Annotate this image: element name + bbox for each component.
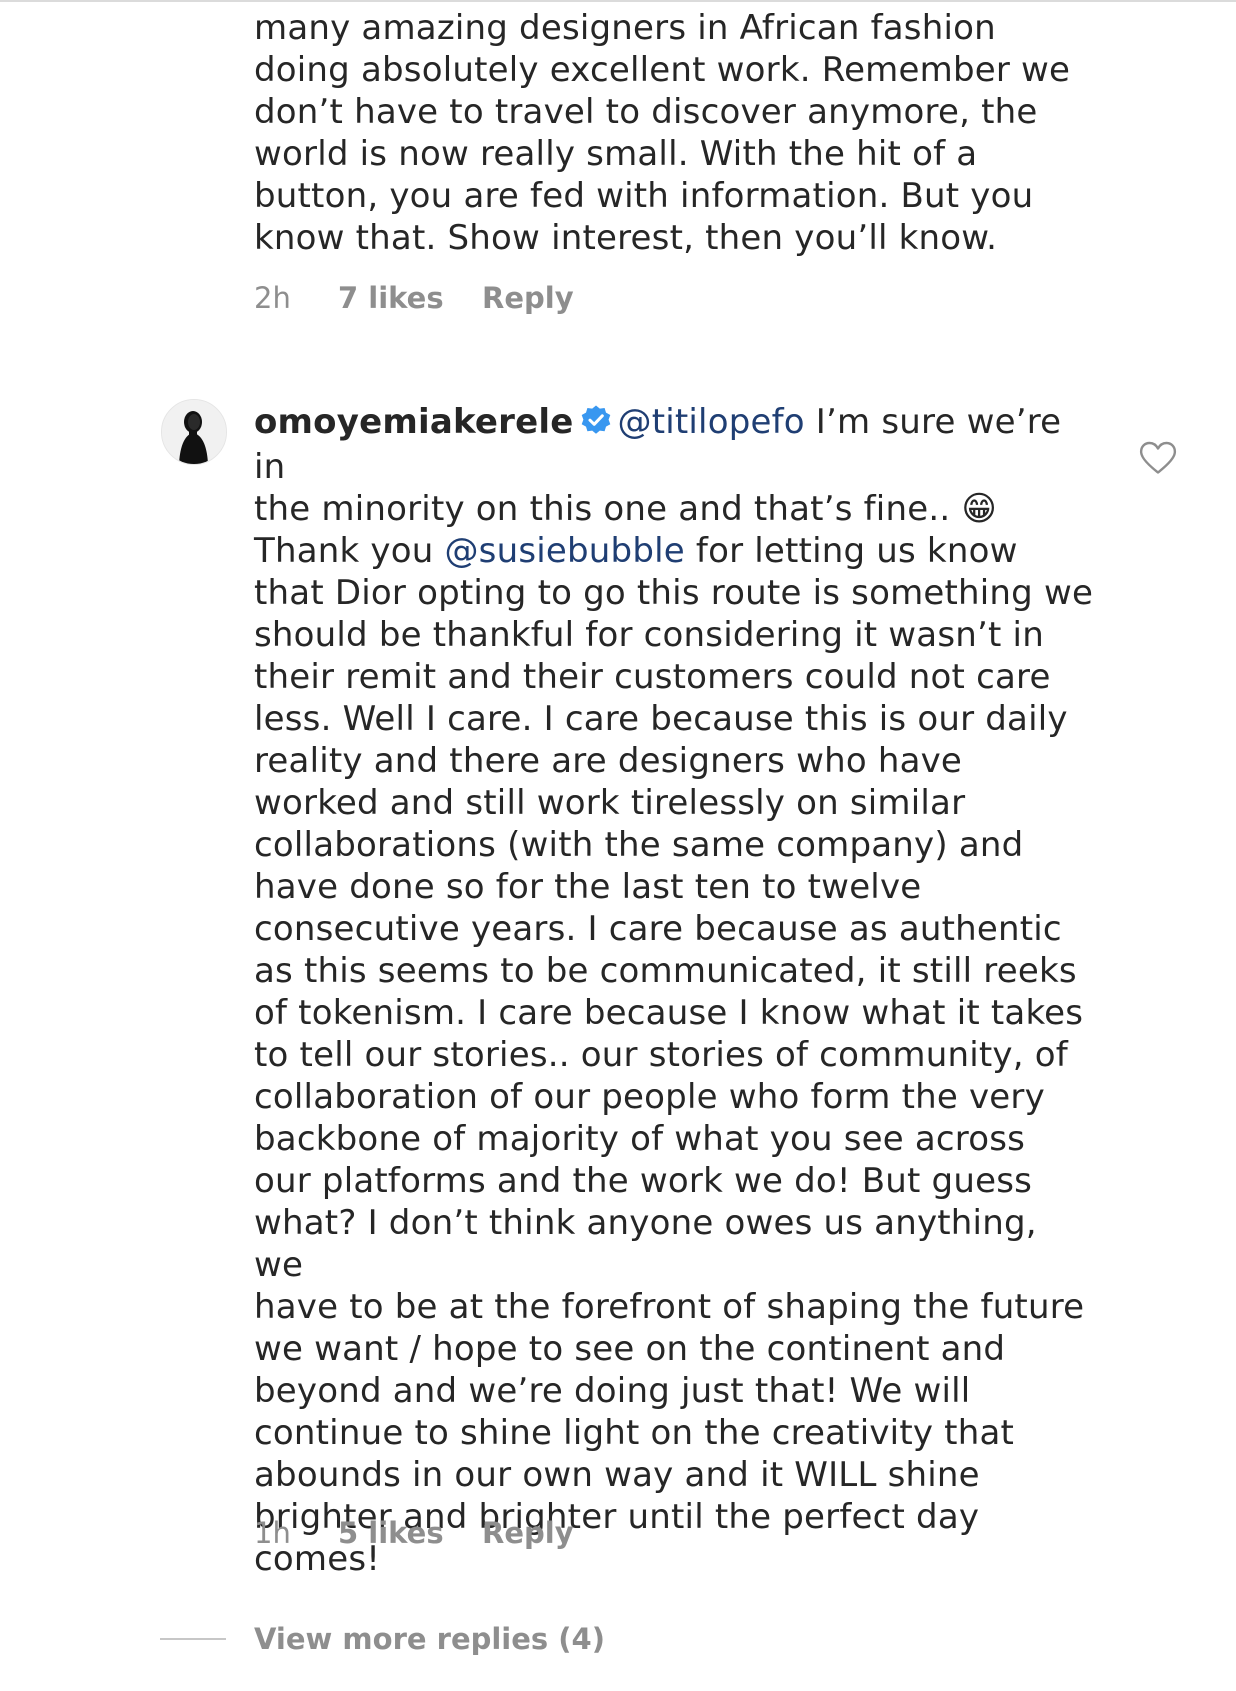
comment-username[interactable]: omoyemiakerele [254,402,574,442]
reply-button[interactable]: Reply [482,1513,574,1553]
replies-divider-line [160,1638,226,1640]
mention-link[interactable]: @susiebubble [444,531,684,571]
comment-meta: 2h 7 likes Reply [254,278,574,318]
comment-text: many amazing designers in African fashio… [254,8,1071,258]
comment-likes-count[interactable]: 5 likes [338,1513,482,1553]
reply-button[interactable]: Reply [482,278,574,318]
comment-timestamp: 1h [254,1516,291,1550]
grinning-emoji: 😁 [961,489,997,529]
mention-link[interactable]: @titilopefo [618,402,805,442]
view-more-replies-button[interactable]: View more replies (4) [254,1622,605,1656]
heart-outline-icon[interactable] [1139,441,1177,475]
comment-meta: 1h 5 likes Reply [254,1513,574,1553]
avatar[interactable] [161,399,227,465]
comment-body-part: Thank you [254,531,434,571]
comment-likes-count[interactable]: 7 likes [338,278,482,318]
verified-badge-icon [580,404,612,446]
comment-timestamp: 2h [254,281,291,315]
avatar-image [162,400,226,464]
view-more-replies[interactable]: View more replies (4) [160,1618,605,1660]
comment-text: omoyemiakerele @titilopefo I’m sure we’re… [254,401,1094,1580]
comment-body-part: for letting us know that Dior opting to … [254,531,1094,1579]
